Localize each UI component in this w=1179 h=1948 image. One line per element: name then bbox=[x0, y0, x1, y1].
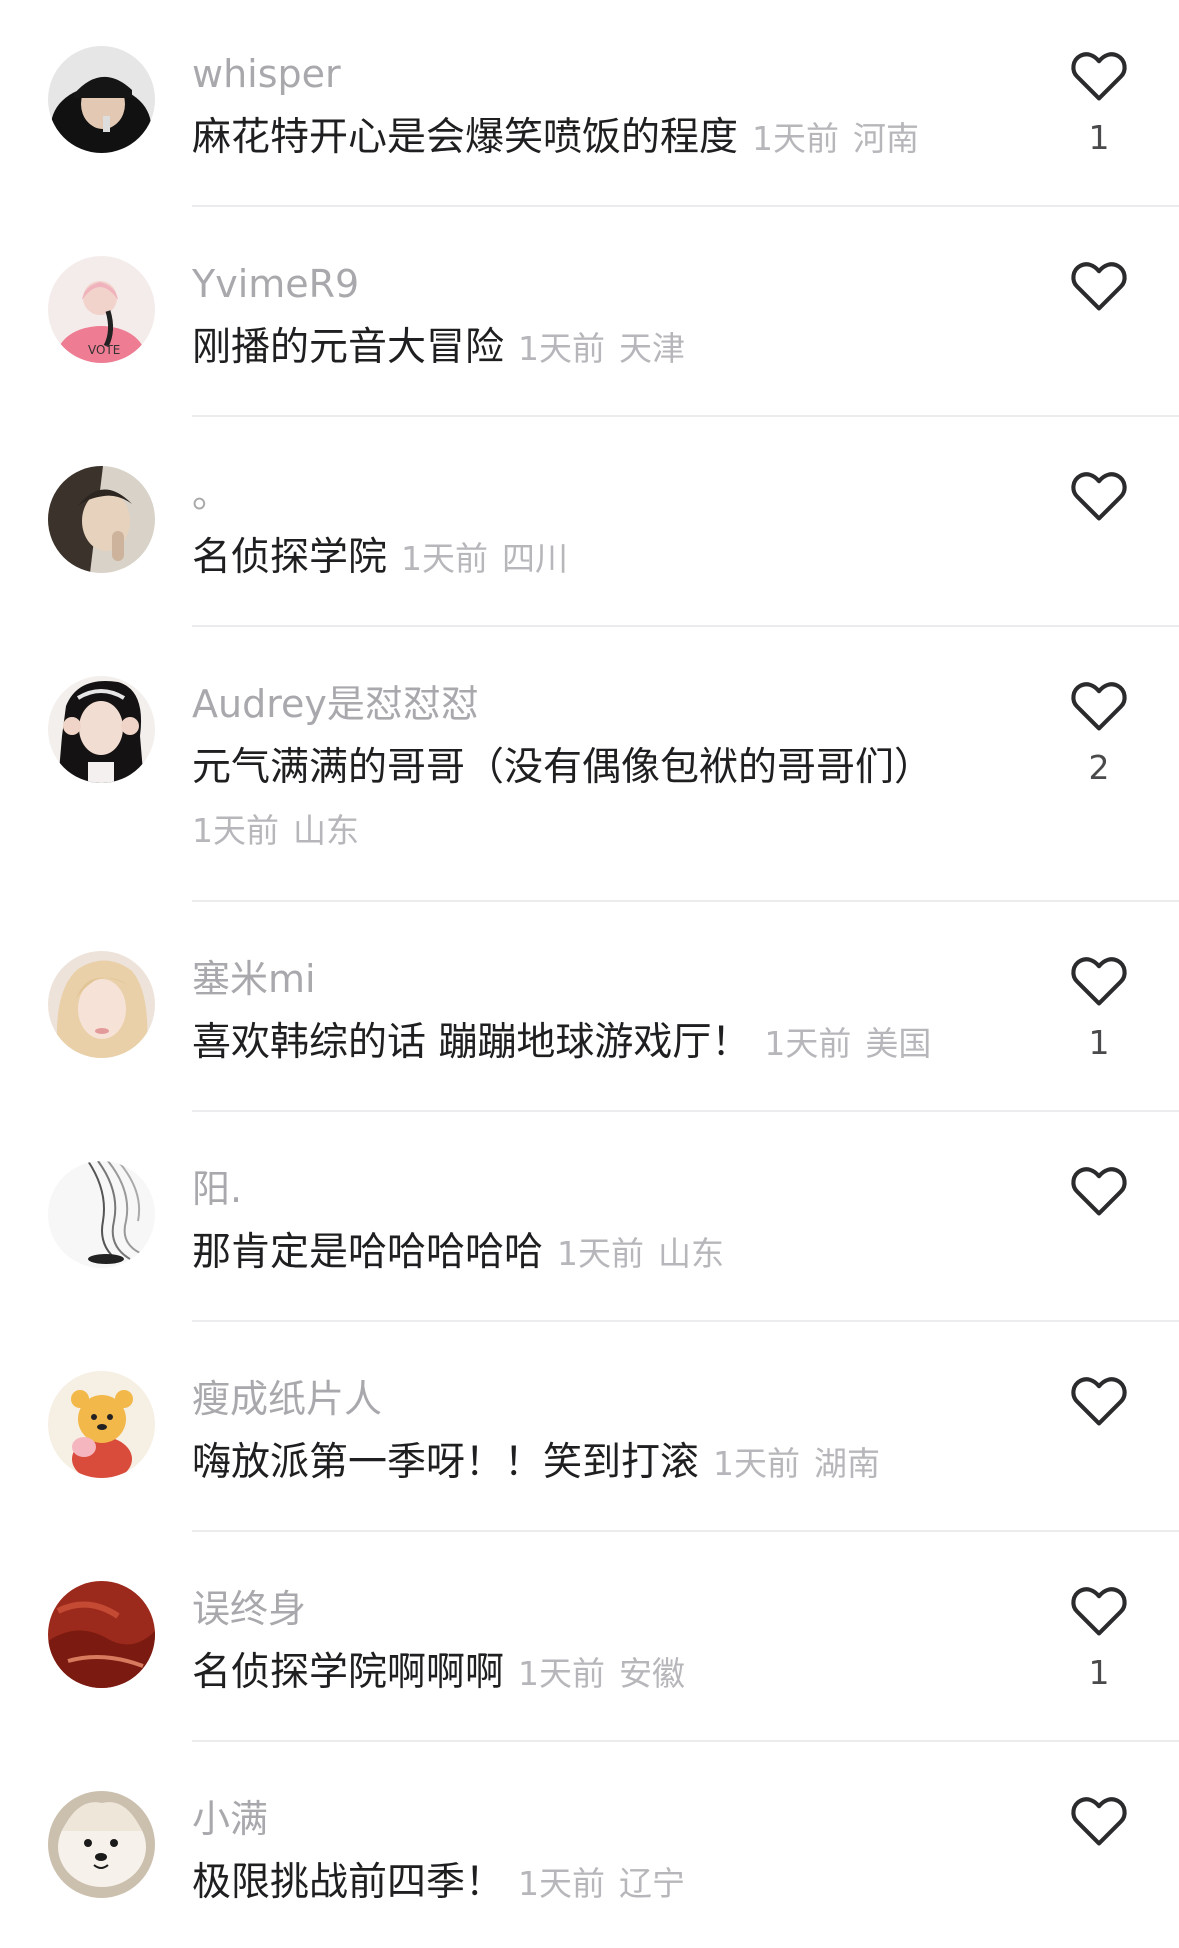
comment-list: whisper 麻花特开心是会爆笑喷饭的程度 1天前 河南 1 VOTE Yvime… bbox=[0, 0, 1179, 1948]
comment-line: 麻花特开心是会爆笑喷饭的程度 1天前 河南 bbox=[192, 118, 919, 157]
svg-text:VOTE: VOTE bbox=[88, 343, 120, 357]
heart-outline-icon bbox=[1071, 957, 1127, 1006]
comment-line: 名侦探学院 1天前 四川 bbox=[192, 538, 568, 577]
comment-location: 天津 bbox=[619, 329, 686, 368]
heart-outline-icon bbox=[1071, 1797, 1127, 1846]
comment-text: 极限挑战前四季！ bbox=[192, 1860, 505, 1905]
like-count: 2 bbox=[1088, 748, 1110, 787]
like-button[interactable] bbox=[1070, 1375, 1128, 1427]
username[interactable]: 塞米mi bbox=[192, 960, 316, 998]
avatar[interactable] bbox=[48, 466, 155, 573]
comment-time: 1天前 bbox=[557, 1234, 645, 1273]
heart-outline-icon bbox=[1071, 472, 1127, 521]
like-button[interactable] bbox=[1070, 680, 1128, 732]
heart-outline-icon bbox=[1071, 1587, 1127, 1636]
like-button[interactable] bbox=[1070, 50, 1128, 102]
comment-line: 极限挑战前四季！ 1天前 辽宁 bbox=[192, 1863, 685, 1902]
comment-text: 刚播的元音大冒险 bbox=[192, 325, 505, 370]
comment-text: 那肯定是哈哈哈哈哈 bbox=[192, 1230, 544, 1275]
divider bbox=[192, 625, 1179, 627]
avatar[interactable] bbox=[48, 1161, 155, 1268]
comment-time: 1天前 bbox=[192, 811, 279, 850]
username[interactable]: 阳. bbox=[192, 1170, 242, 1208]
comment-line: 刚播的元音大冒险 1天前 天津 bbox=[192, 328, 685, 367]
heart-outline-icon bbox=[1071, 682, 1127, 731]
comment-text: 嗨放派第一季呀！！笑到打滚 bbox=[192, 1440, 700, 1485]
comment-line: 名侦探学院啊啊啊 1天前 安徽 bbox=[192, 1653, 685, 1692]
like-button[interactable] bbox=[1070, 1795, 1128, 1847]
comment-location: 辽宁 bbox=[619, 1864, 686, 1903]
comment-location: 湖南 bbox=[814, 1444, 881, 1483]
comment-text: 名侦探学院 bbox=[192, 535, 388, 580]
comment-time: 1天前 bbox=[752, 119, 840, 158]
comment-location: 河南 bbox=[853, 119, 920, 158]
comment-location: 美国 bbox=[865, 1024, 932, 1063]
comment-location: 山东 bbox=[293, 811, 359, 850]
comment-time: 1天前 bbox=[518, 1654, 606, 1693]
username[interactable]: YvimeR9 bbox=[192, 265, 359, 303]
avatar[interactable] bbox=[48, 951, 155, 1058]
avatar[interactable] bbox=[48, 1581, 155, 1688]
comment-text: 麻花特开心是会爆笑喷饭的程度 bbox=[192, 115, 739, 160]
comment-location: 安徽 bbox=[619, 1654, 686, 1693]
heart-outline-icon bbox=[1071, 1167, 1127, 1216]
username[interactable]: whisper bbox=[192, 55, 341, 93]
divider bbox=[192, 1110, 1179, 1112]
divider bbox=[192, 415, 1179, 417]
comment-line: 那肯定是哈哈哈哈哈 1天前 山东 bbox=[192, 1233, 724, 1272]
divider bbox=[192, 205, 1179, 207]
comment-text: 名侦探学院啊啊啊 bbox=[192, 1650, 505, 1695]
avatar[interactable] bbox=[48, 46, 155, 153]
comment-text: 元气满满的哥哥（没有偶像包袱的哥哥们） bbox=[192, 745, 934, 790]
like-button[interactable] bbox=[1070, 1165, 1128, 1217]
username[interactable]: 瘦成纸片人 bbox=[192, 1380, 382, 1418]
divider bbox=[192, 900, 1179, 902]
comment-time: 1天前 bbox=[764, 1024, 852, 1063]
comment-time: 1天前 bbox=[518, 1864, 606, 1903]
heart-outline-icon bbox=[1071, 1377, 1127, 1426]
like-count: 1 bbox=[1088, 118, 1110, 157]
avatar[interactable] bbox=[48, 676, 155, 783]
avatar[interactable] bbox=[48, 1371, 155, 1478]
divider bbox=[192, 1530, 1179, 1532]
like-button[interactable] bbox=[1070, 470, 1128, 522]
username[interactable]: 。 bbox=[192, 475, 230, 513]
username[interactable]: Audrey是怼怼怼 bbox=[192, 685, 479, 723]
comment-time: 1天前 bbox=[713, 1444, 801, 1483]
comment-time: 1天前 bbox=[401, 539, 489, 578]
like-count: 1 bbox=[1088, 1023, 1110, 1062]
heart-outline-icon bbox=[1071, 52, 1127, 101]
like-button[interactable] bbox=[1070, 955, 1128, 1007]
username[interactable]: 误终身 bbox=[192, 1590, 306, 1628]
comment-location: 四川 bbox=[502, 539, 569, 578]
like-count: 1 bbox=[1088, 1653, 1110, 1692]
avatar[interactable]: VOTE bbox=[48, 256, 155, 363]
heart-outline-icon bbox=[1071, 262, 1127, 311]
comment-line: 嗨放派第一季呀！！笑到打滚 1天前 湖南 bbox=[192, 1443, 880, 1482]
divider bbox=[192, 1320, 1179, 1322]
like-button[interactable] bbox=[1070, 1585, 1128, 1637]
like-button[interactable] bbox=[1070, 260, 1128, 312]
comment-location: 山东 bbox=[658, 1234, 725, 1273]
comment-line: 元气满满的哥哥（没有偶像包袱的哥哥们） bbox=[192, 748, 933, 787]
divider bbox=[192, 1740, 1179, 1742]
username[interactable]: 小满 bbox=[192, 1800, 268, 1838]
comment-line: 喜欢韩综的话 蹦蹦地球游戏厅！ 1天前 美国 bbox=[192, 1023, 931, 1062]
comment-time: 1天前 bbox=[518, 329, 606, 368]
comment-meta: 1天前 山东 bbox=[192, 814, 359, 847]
comment-text: 喜欢韩综的话 蹦蹦地球游戏厅！ bbox=[192, 1020, 751, 1065]
avatar[interactable] bbox=[48, 1791, 155, 1898]
